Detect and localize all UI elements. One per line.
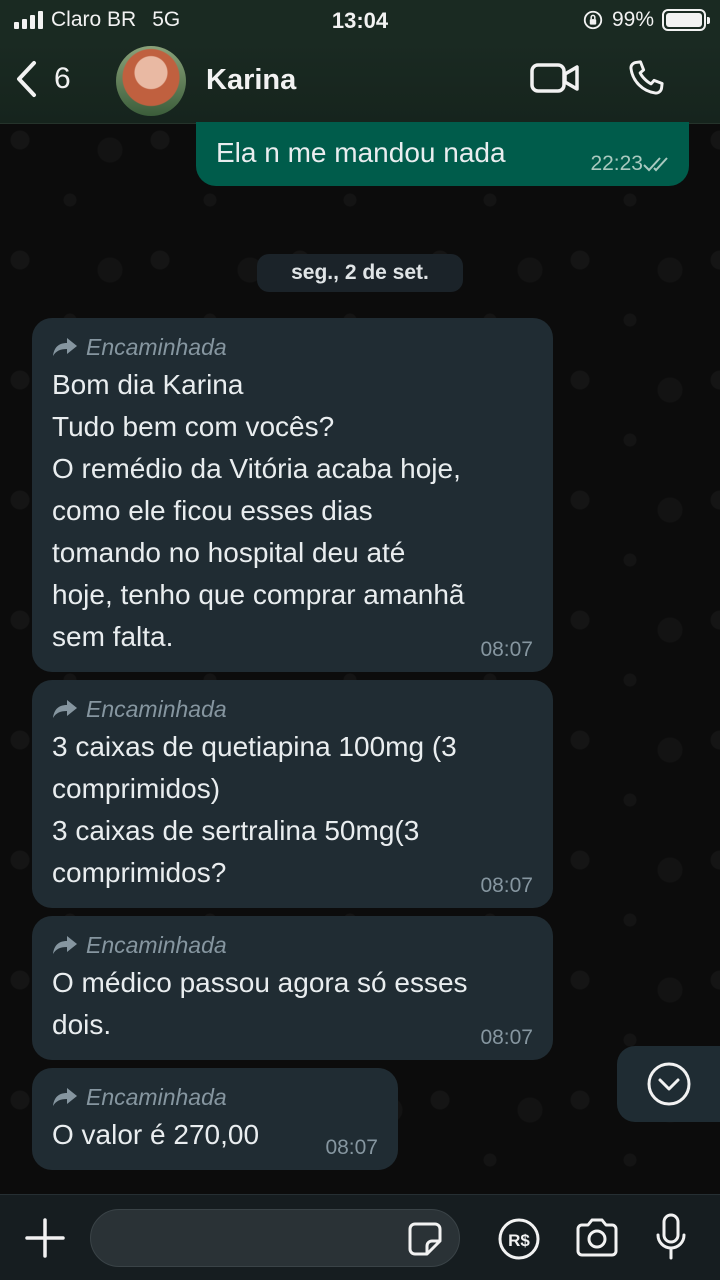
forwarded-tag: Encaminhada	[52, 1080, 378, 1114]
forwarded-message[interactable]: Encaminhada O valor é 270,00 08:07	[32, 1068, 398, 1170]
message-input[interactable]	[90, 1209, 460, 1267]
svg-text:R$: R$	[508, 1231, 530, 1250]
status-right: 99%	[582, 8, 710, 32]
forwarded-label: Encaminhada	[86, 1083, 227, 1110]
outgoing-message[interactable]: Ela n me mandou nada 22:23	[196, 122, 689, 186]
date-separator: seg., 2 de set.	[257, 254, 463, 292]
message-time: 08:07	[480, 1026, 533, 1049]
message-text: O médico passou agora só esses dois.	[52, 967, 468, 1040]
forward-arrow-icon	[53, 338, 77, 356]
battery-fill	[666, 13, 702, 27]
message-time: 22:23	[590, 152, 643, 175]
battery-percent: 99%	[611, 8, 654, 31]
message-text: Bom dia Karina Tudo bem com vocês? O rem…	[52, 369, 465, 652]
battery-icon	[662, 9, 710, 31]
scroll-to-bottom-button[interactable]	[617, 1046, 720, 1122]
forwarded-tag: Encaminhada	[52, 928, 533, 962]
double-check-icon	[643, 157, 668, 172]
orientation-lock-icon	[583, 10, 603, 30]
forwarded-label: Encaminhada	[86, 931, 227, 958]
contact-name[interactable]: Karina	[206, 64, 296, 97]
video-call-icon[interactable]	[530, 58, 580, 98]
chat-header: 6 Karina	[0, 40, 720, 124]
camera-icon[interactable]	[574, 1217, 620, 1259]
forwarded-tag: Encaminhada	[52, 692, 533, 726]
voice-call-icon[interactable]	[624, 56, 668, 100]
forward-arrow-icon	[53, 936, 77, 954]
chevron-left-icon	[17, 61, 36, 97]
forwarded-tag: Encaminhada	[52, 330, 533, 364]
microphone-icon[interactable]	[654, 1213, 688, 1261]
sticker-icon[interactable]	[407, 1221, 443, 1257]
input-bar: R$	[0, 1194, 720, 1280]
forwarded-message[interactable]: Encaminhada Bom dia Karina Tudo bem com …	[32, 318, 553, 672]
message-text: Ela n me mandou nada	[216, 137, 506, 168]
forwarded-label: Encaminhada	[86, 695, 227, 722]
forward-arrow-icon	[53, 700, 77, 718]
forwarded-label: Encaminhada	[86, 333, 227, 360]
back-button[interactable]: 6	[14, 60, 71, 98]
payment-icon[interactable]: R$	[497, 1217, 541, 1261]
message-time: 08:07	[480, 638, 533, 661]
message-text: 3 caixas de quetiapina 100mg (3 comprimi…	[52, 731, 457, 888]
message-time: 08:07	[480, 874, 533, 897]
forwarded-message[interactable]: Encaminhada O médico passou agora só ess…	[32, 916, 553, 1060]
message-time: 08:07	[325, 1136, 378, 1159]
chevron-down-circle-icon	[647, 1062, 690, 1106]
plus-icon[interactable]	[24, 1217, 66, 1259]
forwarded-message[interactable]: Encaminhada 3 caixas de quetiapina 100mg…	[32, 680, 553, 908]
unread-count: 6	[54, 62, 71, 95]
status-bar: Claro BR 5G 13:04 99%	[0, 0, 720, 40]
avatar[interactable]	[116, 46, 186, 116]
forward-arrow-icon	[53, 1088, 77, 1106]
